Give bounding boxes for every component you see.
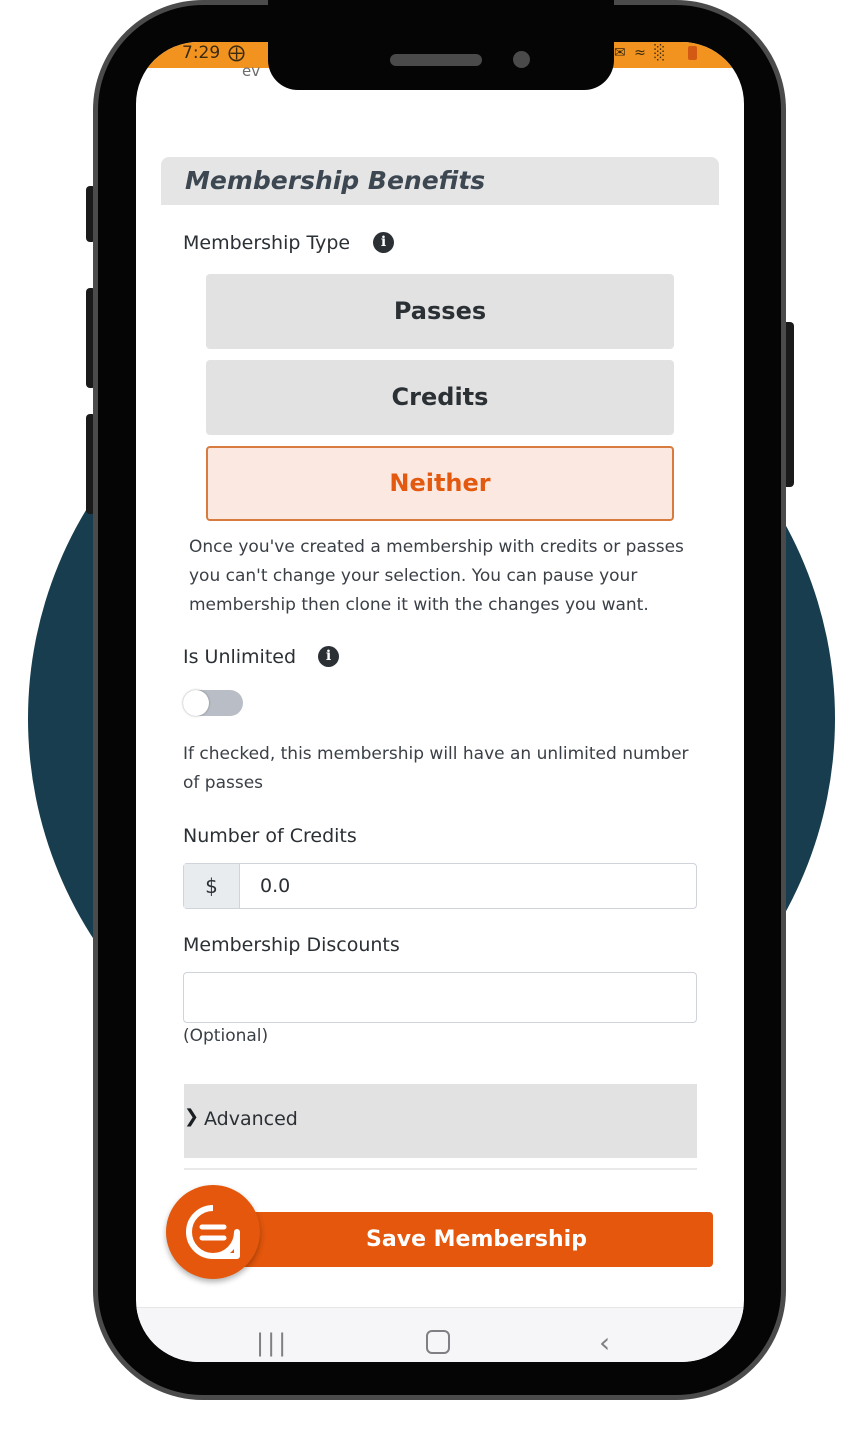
toggle-knob	[183, 690, 209, 716]
membership-discounts-input[interactable]	[183, 972, 697, 1023]
phone-notch	[268, 0, 614, 90]
status-time: 7:29	[182, 43, 221, 63]
scrolled-text-fragment: ev	[242, 62, 261, 80]
is-unlimited-toggle[interactable]	[183, 690, 243, 716]
credits-value: 0.0	[260, 875, 291, 897]
wifi-signal-icon: ✉ ≈ ░	[614, 45, 668, 61]
back-icon[interactable]: ‹	[599, 1328, 610, 1358]
membership-type-help-line-3: membership then clone it with the change…	[189, 595, 649, 615]
option-neither-button[interactable]: Neither	[206, 446, 674, 521]
membership-type-info-icon[interactable]: i	[373, 232, 394, 253]
number-of-credits-input[interactable]: $ 0.0	[183, 863, 697, 909]
is-unlimited-label: Is Unlimited	[183, 646, 297, 668]
android-nav-bar: ||| ‹	[136, 1307, 744, 1362]
chat-button[interactable]	[166, 1185, 260, 1279]
membership-type-help-line-2: you can't change your selection. You can…	[189, 566, 638, 586]
home-icon[interactable]	[426, 1330, 450, 1354]
discounts-optional-hint: (Optional)	[183, 1026, 269, 1046]
membership-type-label: Membership Type	[183, 232, 351, 254]
phone-camera	[513, 51, 530, 68]
membership-discounts-label: Membership Discounts	[183, 934, 400, 956]
chat-icon	[186, 1205, 240, 1259]
battery-icon	[688, 46, 697, 60]
slack-icon: ⨁	[228, 43, 245, 63]
is-unlimited-info-icon[interactable]: i	[318, 646, 339, 667]
number-of-credits-label: Number of Credits	[183, 825, 357, 847]
recent-apps-icon[interactable]: |||	[256, 1328, 289, 1358]
save-membership-button[interactable]: Save Membership	[240, 1212, 713, 1267]
membership-type-help-line-1: Once you've created a membership with cr…	[189, 537, 684, 557]
advanced-label: Advanced	[204, 1108, 298, 1130]
is-unlimited-help-line-2: of passes	[183, 773, 264, 793]
phone-speaker	[390, 54, 482, 66]
is-unlimited-help-line-1: If checked, this membership will have an…	[183, 744, 689, 764]
section-header: Membership Benefits	[161, 157, 719, 205]
divider	[184, 1168, 697, 1170]
section-title: Membership Benefits	[185, 166, 486, 195]
chevron-right-icon: ❯	[184, 1106, 200, 1127]
option-passes-button[interactable]: Passes	[206, 274, 674, 349]
advanced-accordion[interactable]: ❯ Advanced	[184, 1084, 697, 1158]
phone-screen: 7:29 ⨁ ✉ ≈ ░ ev Membership Benefits Memb…	[136, 42, 744, 1362]
option-credits-button[interactable]: Credits	[206, 360, 674, 435]
currency-prefix: $	[184, 864, 240, 908]
